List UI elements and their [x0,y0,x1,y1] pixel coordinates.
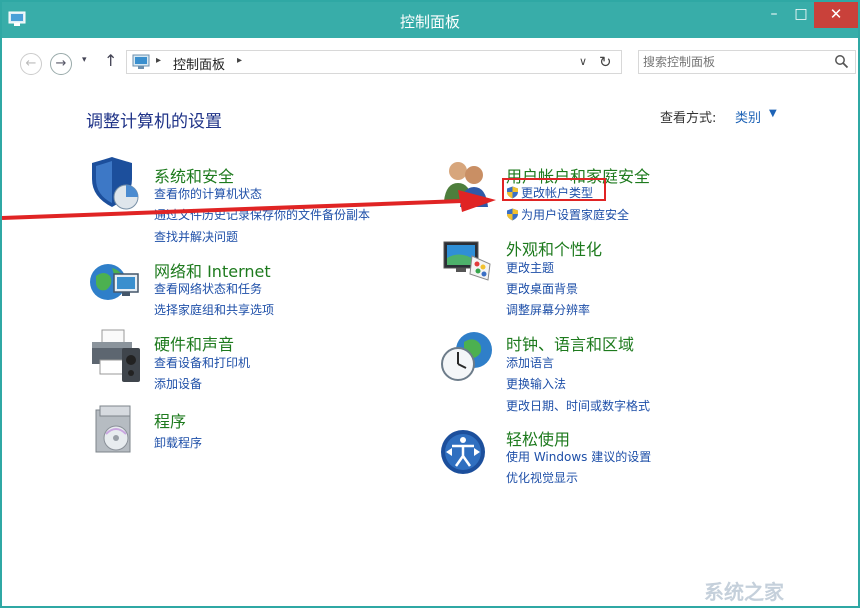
navigation-bar: ← → ▾ ↑ ▸ 控制面板 ▸ ∨ ↻ [2,38,858,84]
maximize-button[interactable]: □ [788,2,814,28]
close-button[interactable]: ✕ [814,2,858,28]
control-panel-window: 控制面板 – □ ✕ ← → ▾ ↑ ▸ 控制面板 ▸ ∨ ↻ 搜索控制面板 调… [0,0,860,608]
link-change-desktop-background[interactable]: 更改桌面背景 [506,280,578,297]
printer-icon[interactable] [88,328,142,384]
link-file-history-backup[interactable]: 通过文件历史记录保存你的文件备份副本 [154,206,370,223]
link-devices-printers[interactable]: 查看设备和打印机 [154,354,250,371]
ease-of-access-icon[interactable] [438,426,492,482]
uac-shield-icon [507,208,518,221]
category-title-system-security[interactable]: 系统和安全 [154,163,234,187]
chevron-down-icon[interactable]: ▼ [769,108,777,119]
search-input[interactable] [643,52,823,72]
control-panel-icon [132,54,150,69]
link-family-safety[interactable]: 为用户设置家庭安全 [506,206,629,223]
view-by-label: 查看方式: [660,111,717,126]
highlight-box [502,178,606,201]
title-bar[interactable]: 控制面板 – □ ✕ [2,2,858,38]
monitor-palette-icon[interactable] [440,234,494,290]
category-title-programs[interactable]: 程序 [154,408,186,432]
link-add-device[interactable]: 添加设备 [154,375,202,392]
view-by-dropdown[interactable]: 类别 [735,107,761,126]
search-icon[interactable] [834,54,849,69]
forward-button[interactable]: → [50,53,72,75]
watermark-logo: 系统之家 [704,580,784,604]
link-adjust-resolution[interactable]: 调整屏幕分辨率 [506,301,590,318]
link-network-status[interactable]: 查看网络状态和任务 [154,280,262,297]
category-title-hardware-sound[interactable]: 硬件和声音 [154,331,234,355]
shield-icon[interactable] [88,157,142,213]
up-button[interactable]: ↑ [104,51,117,70]
address-separator[interactable]: ▸ [156,55,161,66]
category-title-clock-language-region[interactable]: 时钟、语言和区域 [506,331,634,355]
link-view-computer-status[interactable]: 查看你的计算机状态 [154,185,262,202]
link-change-theme[interactable]: 更改主题 [506,259,554,276]
link-family-safety-label[interactable]: 为用户设置家庭安全 [521,208,629,222]
link-change-input-method[interactable]: 更换输入法 [506,375,566,392]
page-heading: 调整计算机的设置 [86,112,222,132]
link-homegroup-sharing[interactable]: 选择家庭组和共享选项 [154,301,274,318]
network-globe-icon[interactable] [88,254,142,310]
search-box[interactable] [638,50,856,74]
category-title-appearance[interactable]: 外观和个性化 [506,236,602,260]
refresh-button[interactable]: ↻ [599,53,612,71]
address-bar[interactable]: ▸ 控制面板 ▸ ∨ ↻ [126,50,622,74]
link-optimize-visual-display[interactable]: 优化视觉显示 [506,469,578,486]
link-uninstall-program[interactable]: 卸载程序 [154,434,202,451]
address-separator-end[interactable]: ▸ [237,55,242,66]
link-change-date-time-format[interactable]: 更改日期、时间或数字格式 [506,397,650,414]
programs-box-icon[interactable] [90,404,144,460]
link-troubleshoot[interactable]: 查找并解决问题 [154,228,238,245]
recent-locations-dropdown[interactable]: ▾ [82,55,87,65]
link-add-language[interactable]: 添加语言 [506,354,554,371]
address-dropdown[interactable]: ∨ [579,55,587,68]
window-title: 控制面板 [399,13,460,31]
clock-globe-icon[interactable] [440,328,494,384]
category-title-ease-of-access[interactable]: 轻松使用 [506,426,570,450]
category-title-network-internet[interactable]: 网络和 Internet [154,258,271,282]
users-icon[interactable] [440,157,494,213]
back-button[interactable]: ← [20,53,42,75]
minimize-button[interactable]: – [761,2,787,28]
breadcrumb-control-panel[interactable]: 控制面板 [173,54,225,73]
link-windows-recommended-settings[interactable]: 使用 Windows 建议的设置 [506,448,651,465]
